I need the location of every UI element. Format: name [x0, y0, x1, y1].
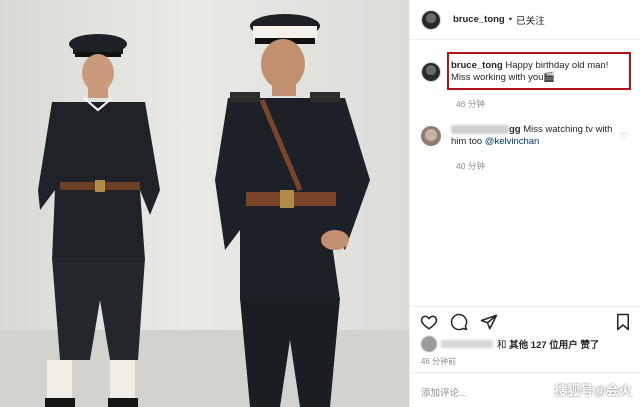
header-separator: •: [508, 14, 513, 25]
post-header: bruce_tong • 已关注: [410, 0, 640, 40]
commenter-name-tail[interactable]: gg: [509, 124, 521, 135]
comment-item: gg Miss watching tv with him too @kelvin…: [421, 124, 621, 148]
post-timestamp: 46 分钟前: [421, 356, 456, 367]
post-container: bruce_tong • 已关注 bruce_tong Happy birthd…: [0, 0, 640, 407]
post-photo[interactable]: [0, 0, 409, 407]
likes-summary: 和 其他 127 位用户 赞了: [421, 336, 599, 352]
comment-mention[interactable]: @kelvinchan: [485, 136, 540, 147]
caption-avatar[interactable]: [421, 62, 441, 82]
comment-text-block: gg Miss watching tv with him too @kelvin…: [451, 124, 621, 148]
share-icon[interactable]: [480, 313, 498, 331]
likes-count-text[interactable]: 其他 127 位用户 赞了: [509, 337, 599, 351]
small-heart-icon[interactable]: ♡: [620, 131, 628, 142]
post-timestamp-text: 46 分钟前: [421, 357, 457, 366]
author-avatar[interactable]: [421, 9, 441, 30]
follow-status[interactable]: 已关注: [516, 13, 545, 27]
likes-prefix: 和: [497, 340, 507, 351]
caption-text-block: bruce_tong Happy birthday old man! Miss …: [451, 60, 621, 84]
author-username[interactable]: bruce_tong: [453, 14, 505, 25]
liker-name-blurred: [441, 340, 493, 348]
caption-username[interactable]: bruce_tong: [451, 60, 503, 71]
heart-icon[interactable]: [420, 313, 438, 331]
post-side-panel: bruce_tong • 已关注 bruce_tong Happy birthd…: [409, 0, 640, 407]
caption-time: 46 分钟: [456, 99, 485, 109]
action-bar: [410, 306, 640, 336]
source-watermark: 搜狐号@会火: [554, 383, 632, 398]
photo-illustration: [0, 14, 409, 407]
caption-comment: bruce_tong Happy birthday old man! Miss …: [421, 60, 621, 84]
add-comment-placeholder: 添加评论...: [421, 388, 467, 399]
commenter-name-blurred: [451, 124, 509, 134]
comment-icon[interactable]: [450, 313, 468, 331]
bookmark-icon[interactable]: [615, 313, 631, 331]
comment-time: 40 分钟: [456, 161, 485, 171]
commenter-avatar[interactable]: [421, 126, 441, 146]
liker-avatar[interactable]: [421, 336, 437, 352]
